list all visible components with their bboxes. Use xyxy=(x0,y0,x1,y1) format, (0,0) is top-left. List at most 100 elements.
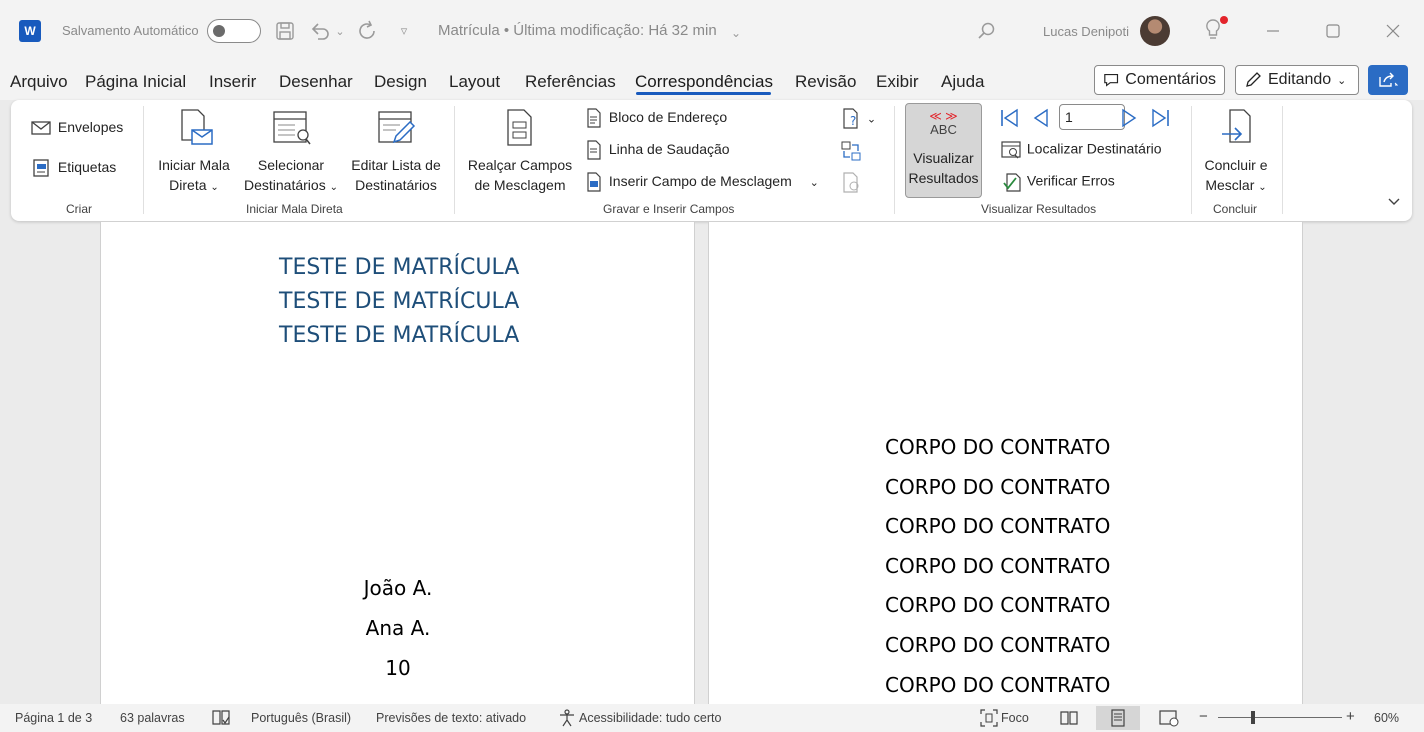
realcar-label-2: de Mesclagem xyxy=(474,177,566,193)
tab-desenhar[interactable]: Desenhar xyxy=(279,72,353,92)
concluir-mesclar-button[interactable]: Concluir e Mesclar ⌄ xyxy=(1197,108,1275,198)
text-predictions-status[interactable]: Previsões de texto: ativado xyxy=(376,711,526,725)
comments-button[interactable]: Comentários xyxy=(1094,65,1225,95)
body-text-line[interactable]: CORPO DO CONTRATO xyxy=(885,673,1110,697)
zoom-out-icon[interactable]: − xyxy=(1199,708,1208,725)
iniciar-mala-direta-button[interactable]: Iniciar Mala Direta ⌄ xyxy=(151,108,237,198)
search-icon[interactable] xyxy=(974,18,998,44)
tab-correspondencias[interactable]: Correspondências xyxy=(635,72,773,92)
rules-button[interactable]: ? ⌄ xyxy=(841,108,876,130)
chevron-down-icon: ⌄ xyxy=(809,176,819,189)
tab-pagina-inicial[interactable]: Página Inicial xyxy=(85,72,186,92)
collapse-ribbon-icon[interactable] xyxy=(1387,196,1401,210)
tab-revisao[interactable]: Revisão xyxy=(795,72,856,92)
autosave-toggle[interactable] xyxy=(207,19,261,43)
zoom-in-icon[interactable]: + xyxy=(1346,708,1355,725)
zoom-slider-thumb[interactable] xyxy=(1251,711,1255,724)
word-count[interactable]: 63 palavras xyxy=(120,711,185,725)
ribbon-panel: Envelopes Etiquetas Criar Iniciar Mala D… xyxy=(11,100,1412,221)
heading-text[interactable]: TESTE DE MATRÍCULA xyxy=(279,323,519,348)
print-layout-icon[interactable] xyxy=(1096,706,1140,730)
tab-ajuda[interactable]: Ajuda xyxy=(941,72,984,92)
share-icon xyxy=(1379,72,1399,87)
avatar[interactable] xyxy=(1140,16,1170,46)
share-button[interactable] xyxy=(1368,65,1408,95)
visualizar-label-1: Visualizar xyxy=(913,150,974,166)
heading-text[interactable]: TESTE DE MATRÍCULA xyxy=(279,255,519,280)
first-record-button[interactable] xyxy=(999,108,1021,131)
chevron-down-icon: ⌄ xyxy=(1258,182,1267,193)
abc-label: ABC xyxy=(930,122,957,137)
linha-saudacao-button[interactable]: Linha de Saudação xyxy=(585,140,730,160)
etiquetas-button[interactable]: Etiquetas xyxy=(31,158,116,178)
zoom-slider[interactable] xyxy=(1218,717,1342,718)
body-text-line[interactable]: CORPO DO CONTRATO xyxy=(885,554,1110,578)
editar-lista-button[interactable]: Editar Lista de Destinatários xyxy=(345,108,447,195)
editar-label-1: Editar Lista de xyxy=(351,157,441,173)
tab-inserir[interactable]: Inserir xyxy=(209,72,256,92)
read-mode-icon[interactable] xyxy=(1060,709,1078,730)
merge-field-value[interactable]: 10 xyxy=(298,656,498,680)
linha-label: Linha de Saudação xyxy=(608,140,730,157)
title-chevron-icon[interactable]: ⌄ xyxy=(728,20,744,46)
focus-mode-button[interactable]: Foco xyxy=(1001,711,1029,725)
heading-text[interactable]: TESTE DE MATRÍCULA xyxy=(279,289,519,314)
address-block-icon xyxy=(587,108,601,128)
merge-field-name[interactable]: João A. xyxy=(298,576,498,600)
tab-referencias[interactable]: Referências xyxy=(525,72,616,92)
body-text-line[interactable]: CORPO DO CONTRATO xyxy=(885,593,1110,617)
customize-toolbar-icon[interactable]: ▿ xyxy=(392,18,416,44)
selecionar-destinatarios-button[interactable]: Selecionar Destinatários ⌄ xyxy=(237,108,345,198)
body-text-line[interactable]: CORPO DO CONTRATO xyxy=(885,435,1110,459)
group-separator xyxy=(454,106,455,214)
visualizar-resultados-button[interactable]: ≪ ≫ ABC Visualizar Resultados xyxy=(905,103,982,198)
document-page-2[interactable]: CORPO DO CONTRATO CORPO DO CONTRATO CORP… xyxy=(708,222,1303,704)
redo-icon[interactable] xyxy=(356,18,380,44)
match-fields-icon xyxy=(841,141,861,161)
update-labels-icon xyxy=(843,172,859,193)
document-title[interactable]: Matrícula • Última modificação: Há 32 mi… xyxy=(438,22,717,39)
user-name[interactable]: Lucas Denipoti xyxy=(1043,24,1129,39)
zoom-level[interactable]: 60% xyxy=(1374,711,1399,725)
labels-icon xyxy=(33,159,49,177)
group-label-gravar: Gravar e Inserir Campos xyxy=(603,202,735,216)
tab-design[interactable]: Design xyxy=(374,72,427,92)
tab-arquivo[interactable]: Arquivo xyxy=(10,72,68,92)
update-labels-button[interactable] xyxy=(841,172,863,194)
record-number-input[interactable]: 1 xyxy=(1059,104,1125,130)
minimize-icon[interactable] xyxy=(1258,16,1288,46)
localizar-label: Localizar Destinatário xyxy=(1026,140,1162,157)
editing-mode-button[interactable]: Editando ⌄ xyxy=(1235,65,1359,95)
merge-field-name[interactable]: Ana A. xyxy=(298,616,498,640)
next-record-button[interactable] xyxy=(1119,108,1139,131)
verificar-erros-button[interactable]: Verificar Erros xyxy=(1001,172,1115,192)
last-record-button[interactable] xyxy=(1149,108,1171,131)
undo-icon[interactable] xyxy=(308,18,332,44)
realcar-campos-button[interactable]: Realçar Campos de Mesclagem xyxy=(465,108,575,195)
maximize-icon[interactable] xyxy=(1318,16,1348,46)
web-layout-icon[interactable] xyxy=(1159,709,1179,730)
word-logo-icon: W xyxy=(19,20,44,42)
ribbon-tabs: Arquivo Página Inicial Inserir Desenhar … xyxy=(0,62,1424,100)
language-status[interactable]: Português (Brasil) xyxy=(251,711,351,725)
page-count[interactable]: Página 1 de 3 xyxy=(15,711,92,725)
undo-dropdown-icon[interactable]: ⌄ xyxy=(332,18,348,44)
body-text-line[interactable]: CORPO DO CONTRATO xyxy=(885,475,1110,499)
bloco-endereco-button[interactable]: Bloco de Endereço xyxy=(585,108,727,128)
document-page-1[interactable]: TESTE DE MATRÍCULA TESTE DE MATRÍCULA TE… xyxy=(100,222,695,704)
previous-record-button[interactable] xyxy=(1031,108,1051,131)
close-icon[interactable] xyxy=(1378,16,1408,46)
save-icon[interactable] xyxy=(273,18,297,44)
localizar-destinatario-button[interactable]: Localizar Destinatário xyxy=(1001,140,1162,160)
match-fields-button[interactable] xyxy=(840,140,862,162)
tab-exibir[interactable]: Exibir xyxy=(876,72,919,92)
concluir-label-1: Concluir e xyxy=(1204,157,1268,173)
envelopes-button[interactable]: Envelopes xyxy=(31,119,123,136)
proofing-icon[interactable] xyxy=(211,709,231,730)
body-text-line[interactable]: CORPO DO CONTRATO xyxy=(885,514,1110,538)
accessibility-status[interactable]: Acessibilidade: tudo certo xyxy=(579,711,721,725)
inserir-label: Inserir Campo de Mesclagem xyxy=(608,172,792,189)
body-text-line[interactable]: CORPO DO CONTRATO xyxy=(885,633,1110,657)
inserir-campo-button[interactable]: Inserir Campo de Mesclagem ⌄ xyxy=(585,172,819,192)
tab-layout[interactable]: Layout xyxy=(449,72,500,92)
